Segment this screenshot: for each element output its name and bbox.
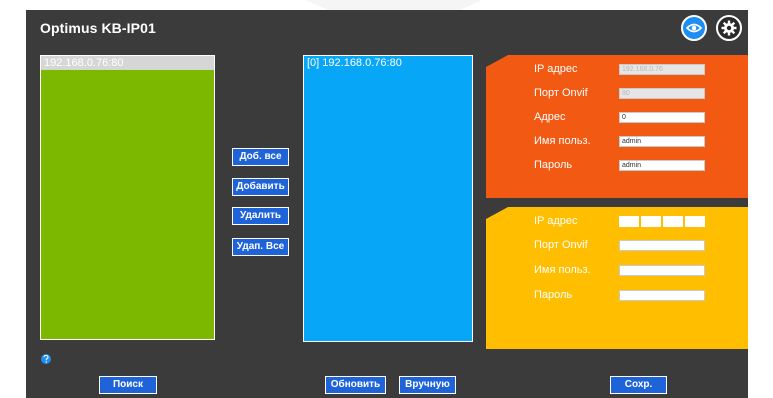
found-devices-list[interactable]: 192.168.0.76:80: [40, 55, 215, 340]
ip-address-label: IP адрес: [534, 215, 578, 227]
gear-icon: [721, 20, 737, 36]
settings-button[interactable]: [716, 15, 742, 41]
ip-address-field[interactable]: 192.168.0.76: [619, 64, 705, 75]
password-label: Пароль: [534, 289, 573, 301]
onvif-port-field[interactable]: 80: [619, 88, 705, 99]
username-label: Имя польз.: [534, 264, 591, 276]
eye-icon: [686, 23, 702, 33]
password-field[interactable]: admin: [619, 160, 705, 171]
added-devices-list[interactable]: [0] 192.168.0.76:80: [303, 55, 473, 342]
manual-add-button[interactable]: Вручную: [399, 376, 456, 394]
list-item[interactable]: 192.168.0.76:80: [41, 56, 214, 70]
address-field[interactable]: 0: [619, 112, 705, 123]
username-label: Имя польз.: [534, 135, 591, 147]
ip-octet-1-field[interactable]: [619, 216, 639, 227]
username-field[interactable]: admin: [619, 136, 705, 147]
password-field[interactable]: [619, 290, 705, 301]
refresh-button[interactable]: Обновить: [325, 376, 386, 394]
remove-button[interactable]: Удалить: [232, 207, 289, 225]
view-button[interactable]: [681, 15, 707, 41]
password-label: Пароль: [534, 159, 573, 171]
list-item[interactable]: [0] 192.168.0.76:80: [304, 56, 472, 70]
username-field[interactable]: [619, 265, 705, 276]
app-window: Optimus KB-IP01 192.168.0.76:80 Доб. все…: [26, 10, 748, 398]
save-button[interactable]: Сохр.: [610, 376, 667, 394]
ip-address-label: IP адрес: [534, 63, 578, 75]
ip-octet-3-field[interactable]: [663, 216, 683, 227]
address-label: Адрес: [534, 111, 566, 123]
help-icon[interactable]: [41, 354, 51, 364]
app-title: Optimus KB-IP01: [40, 20, 156, 36]
onvif-port-label: Порт Onvif: [534, 87, 588, 99]
device-settings-panel: IP адрес 192.168.0.76 Порт Onvif 80 Адре…: [486, 55, 748, 198]
onvif-port-field[interactable]: [619, 240, 705, 251]
ip-octet-2-field[interactable]: [641, 216, 661, 227]
add-all-button[interactable]: Доб. все: [232, 148, 289, 166]
question-mark-icon: [43, 355, 49, 363]
onvif-port-label: Порт Onvif: [534, 239, 588, 251]
remove-all-button[interactable]: Удап. Все: [232, 238, 289, 256]
manual-add-panel: IP адрес Порт Onvif Имя польз. Пароль: [486, 207, 748, 349]
add-button[interactable]: Добавить: [232, 178, 289, 196]
ip-octet-4-field[interactable]: [685, 216, 705, 227]
search-button[interactable]: Поиск: [99, 376, 157, 394]
